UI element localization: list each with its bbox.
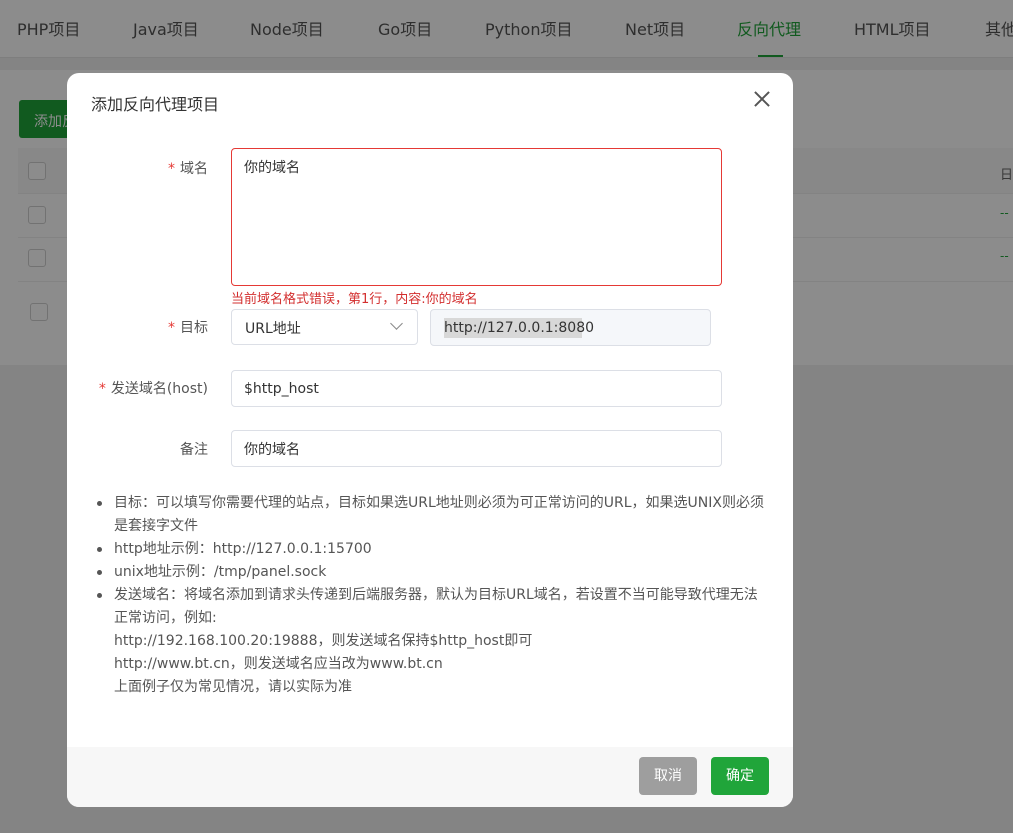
domain-error-message: 当前域名格式错误，第1行，内容:你的域名 bbox=[231, 292, 478, 307]
dialog-title: 添加反向代理项目 bbox=[91, 95, 220, 114]
bullet-icon bbox=[97, 501, 102, 506]
remark-label: 备注 bbox=[180, 442, 208, 458]
required-asterisk: * bbox=[98, 381, 106, 397]
domain-textarea[interactable]: 你的域名 bbox=[231, 148, 722, 286]
dialog-footer: 取消 确定 bbox=[67, 747, 793, 807]
close-icon[interactable] bbox=[751, 88, 773, 110]
bullet-icon bbox=[97, 593, 102, 598]
cancel-button[interactable]: 取消 bbox=[639, 757, 697, 795]
target-type-select[interactable]: URL地址 bbox=[231, 309, 418, 345]
required-asterisk: * bbox=[168, 161, 175, 177]
send-host-label: * 发送域名(host) bbox=[98, 381, 208, 397]
target-type-value: URL地址 bbox=[245, 321, 301, 337]
send-host-input[interactable] bbox=[231, 370, 722, 407]
domain-label: * 域名 bbox=[168, 161, 208, 177]
bullet-icon bbox=[97, 547, 102, 552]
note-item: unix地址示例：/tmp/panel.sock bbox=[97, 561, 769, 584]
dialog-header: 添加反向代理项目 bbox=[67, 73, 793, 127]
help-notes: 目标：可以填写你需要代理的站点，目标如果选URL地址则必须为可正常访问的URL，… bbox=[97, 492, 769, 699]
note-item: 目标：可以填写你需要代理的站点，目标如果选URL地址则必须为可正常访问的URL，… bbox=[97, 492, 769, 538]
remark-input[interactable] bbox=[231, 430, 722, 467]
add-reverse-proxy-dialog: 添加反向代理项目 * 域名 你的域名 当前域名格式错误，第1行，内容:你的域名 *… bbox=[67, 73, 793, 807]
note-item: 发送域名：将域名添加到请求头传递到后端服务器，默认为目标URL域名，若设置不当可… bbox=[97, 584, 769, 699]
bullet-icon bbox=[97, 570, 102, 575]
required-asterisk: * bbox=[168, 320, 175, 336]
target-label: * 目标 bbox=[168, 320, 208, 336]
confirm-button[interactable]: 确定 bbox=[711, 757, 769, 795]
chevron-down-icon bbox=[390, 317, 403, 330]
note-item: http地址示例：http://127.0.0.1:15700 bbox=[97, 538, 769, 561]
target-url-value: http://127.0.0.1:8080 bbox=[444, 320, 595, 336]
